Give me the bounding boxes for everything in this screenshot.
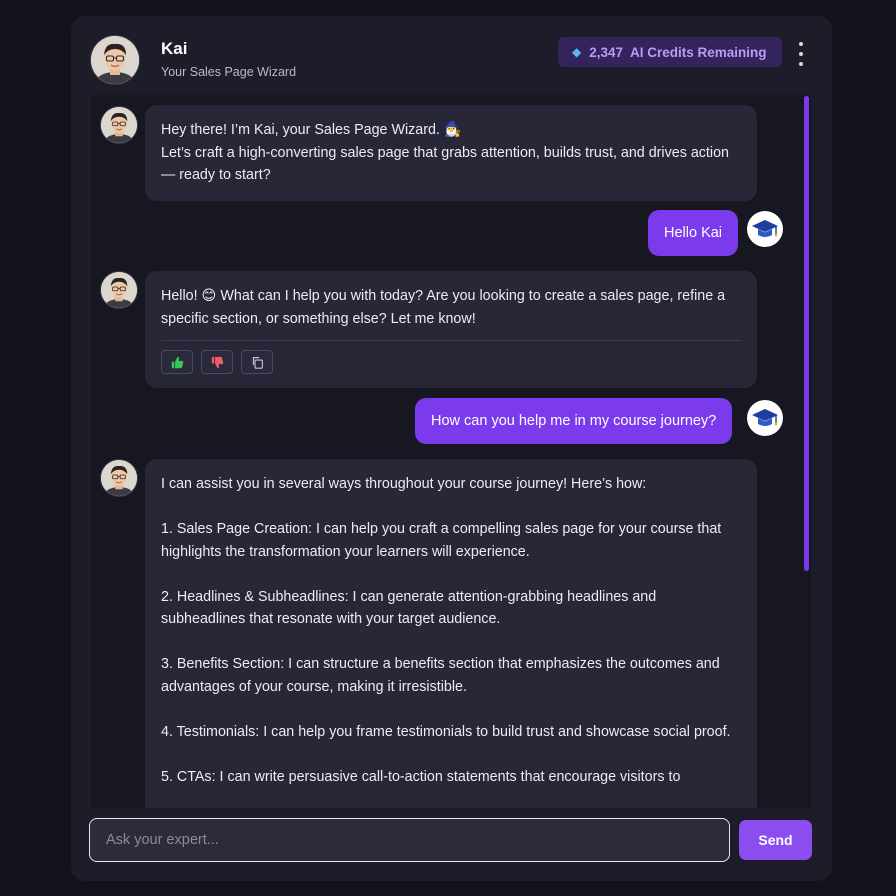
user-message: How can you help me in my course journey… bbox=[415, 398, 733, 444]
bot-message: I can assist you in several ways through… bbox=[145, 459, 757, 808]
bot-avatar bbox=[91, 36, 139, 84]
chat-header: Kai Your Sales Page Wizard ◆ 2,347 AI Cr… bbox=[71, 16, 832, 96]
copy-icon bbox=[252, 356, 263, 369]
dislike-button[interactable] bbox=[201, 350, 233, 374]
message-text: Let’s craft a high-converting sales page… bbox=[161, 144, 729, 184]
bot-message: Hey there! I’m Kai, your Sales Page Wiza… bbox=[145, 105, 757, 201]
bot-name: Kai bbox=[161, 39, 188, 58]
list-item: 2. Headlines & Subheadlines: I can gener… bbox=[161, 588, 657, 628]
message-text: Hello! 😊 What can I help you with today?… bbox=[161, 288, 726, 327]
graduation-cap-icon bbox=[747, 400, 783, 436]
bot-subtitle: Your Sales Page Wizard bbox=[161, 65, 297, 79]
list-item: 4. Testimonials: I can help you frame te… bbox=[161, 723, 731, 740]
list-item: 1. Sales Page Creation: I can help you c… bbox=[161, 521, 722, 560]
bot-avatar-small bbox=[101, 107, 137, 143]
like-button[interactable] bbox=[161, 350, 193, 374]
message-actions bbox=[161, 350, 741, 374]
scrollbar-thumb[interactable] bbox=[804, 96, 809, 571]
message-list[interactable]: Hey there! I’m Kai, your Sales Page Wiza… bbox=[91, 95, 811, 808]
graduation-cap-icon bbox=[747, 211, 783, 247]
bot-avatar-small bbox=[101, 460, 137, 496]
divider bbox=[161, 340, 741, 341]
thumbs-down-icon bbox=[211, 356, 223, 368]
credits-label: 2,347 AI Credits Remaining bbox=[589, 44, 767, 60]
bot-message: Hello! 😊 What can I help you with today?… bbox=[145, 271, 757, 388]
bot-avatar-small bbox=[101, 272, 137, 308]
user-message: Hello Kai bbox=[648, 210, 739, 256]
list-item: 3. Benefits Section: I can structure a b… bbox=[161, 656, 720, 695]
message-input-container bbox=[89, 818, 730, 862]
chat-panel: Kai Your Sales Page Wizard ◆ 2,347 AI Cr… bbox=[71, 16, 832, 881]
message-input[interactable] bbox=[90, 819, 729, 861]
message-text: Hey there! I’m Kai, your Sales Page Wiza… bbox=[161, 122, 462, 138]
list-item: 5. CTAs: I can write persuasive call-to-… bbox=[161, 768, 681, 785]
message-text: I can assist you in several ways through… bbox=[161, 476, 647, 492]
diamond-icon: ◆ bbox=[572, 45, 582, 59]
copy-button[interactable] bbox=[241, 350, 273, 374]
send-button[interactable]: Send bbox=[739, 820, 812, 860]
more-vertical-icon[interactable] bbox=[793, 42, 809, 66]
thumbs-up-icon bbox=[171, 356, 183, 368]
credits-badge: ◆ 2,347 AI Credits Remaining bbox=[558, 37, 782, 67]
